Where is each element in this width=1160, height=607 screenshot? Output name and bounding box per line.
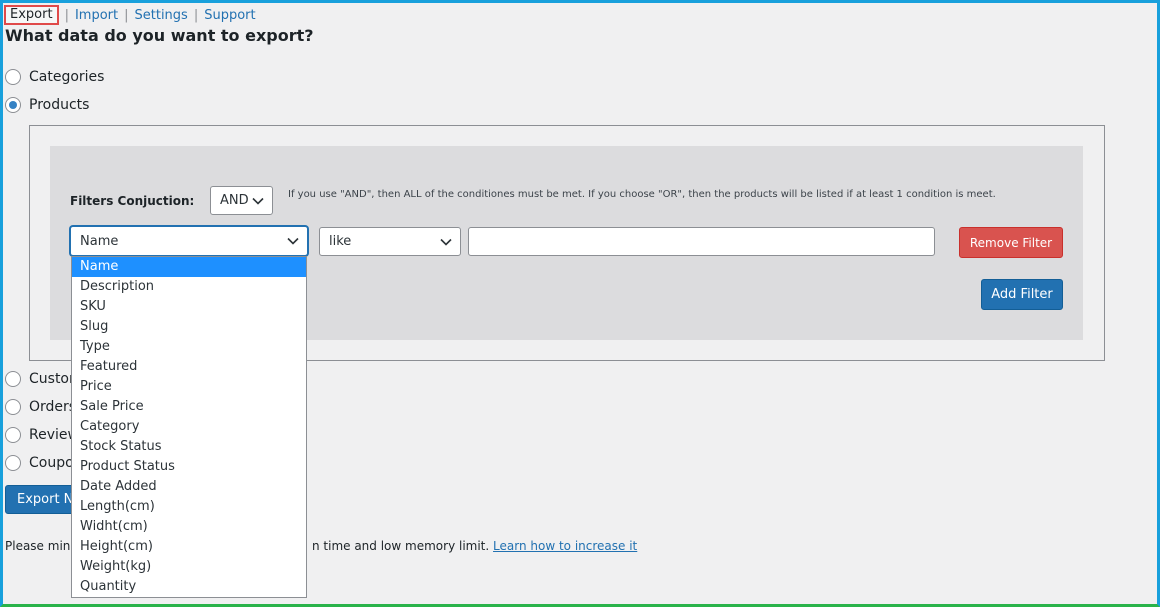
remove-filter-button[interactable]: Remove Filter xyxy=(959,227,1063,258)
filters-conjunction-label: Filters Conjuction: xyxy=(70,194,195,208)
add-filter-button[interactable]: Add Filter xyxy=(981,279,1063,310)
note-text-end: n time and low memory limit. xyxy=(311,539,490,553)
nav-link-support[interactable]: Support xyxy=(204,8,255,23)
radio-button[interactable] xyxy=(5,399,21,415)
filter-field-select[interactable]: Name xyxy=(70,226,308,256)
radio-option-products[interactable]: Products xyxy=(5,97,89,113)
radio-button[interactable] xyxy=(5,371,21,387)
chevron-down-icon xyxy=(287,237,299,245)
radio-button[interactable] xyxy=(5,97,21,113)
export-page: Export | Import | Settings | Support Wha… xyxy=(0,0,1160,607)
dropdown-option[interactable]: Height(cm) xyxy=(72,537,306,557)
radio-label: Products xyxy=(29,97,90,113)
radio-label: Coupo xyxy=(29,455,74,471)
conjunction-hint: If you use "AND", then ALL of the condit… xyxy=(288,189,996,200)
nav-separator: | xyxy=(193,7,199,23)
radio-option-categories[interactable]: Categories xyxy=(5,69,104,85)
nav-separator: | xyxy=(64,7,69,23)
radio-option-customers[interactable]: Custon xyxy=(5,371,78,387)
dropdown-option[interactable]: Sale Price xyxy=(72,397,306,417)
dropdown-option[interactable]: Featured xyxy=(72,357,306,377)
radio-button[interactable] xyxy=(5,455,21,471)
dropdown-option[interactable]: Stock Status xyxy=(72,437,306,457)
filter-field-value: Name xyxy=(80,233,119,249)
dropdown-option[interactable]: Date Added xyxy=(72,477,306,497)
chevron-down-icon xyxy=(252,197,264,205)
dropdown-option[interactable]: Price xyxy=(72,377,306,397)
radio-label: Categories xyxy=(29,69,105,85)
radio-label: Orders xyxy=(29,399,77,415)
dropdown-option[interactable]: Quantity xyxy=(72,577,306,597)
dropdown-option[interactable]: Category xyxy=(72,417,306,437)
dropdown-option[interactable]: Slug xyxy=(72,317,306,337)
nav-tab-export[interactable]: Export xyxy=(4,5,59,25)
conjunction-select[interactable]: AND xyxy=(210,186,273,215)
radio-option-orders[interactable]: Orders xyxy=(5,399,76,415)
dropdown-option[interactable]: SKU xyxy=(72,297,306,317)
dropdown-option[interactable]: Length(cm) xyxy=(72,497,306,517)
radio-button[interactable] xyxy=(5,427,21,443)
page-title: What data do you want to export? xyxy=(5,26,314,45)
dropdown-option[interactable]: Description xyxy=(72,277,306,297)
radio-option-coupons[interactable]: Coupo xyxy=(5,455,74,471)
nav-link-import[interactable]: Import xyxy=(75,8,118,23)
dropdown-option[interactable]: Type xyxy=(72,337,306,357)
nav-separator: | xyxy=(124,7,129,23)
top-nav: Export | Import | Settings | Support xyxy=(4,5,256,25)
filter-operator-value: like xyxy=(329,234,352,249)
dropdown-option[interactable]: Widht(cm) xyxy=(72,517,306,537)
filter-value-input[interactable] xyxy=(468,227,935,256)
filter-field-dropdown[interactable]: Name Description SKU Slug Type Featured Price S… xyxy=(71,256,307,598)
radio-button[interactable] xyxy=(5,69,21,85)
increase-limit-link[interactable]: Learn how to increase it xyxy=(493,539,637,553)
nav-link-settings[interactable]: Settings xyxy=(135,8,188,23)
dropdown-option[interactable]: Product Status xyxy=(72,457,306,477)
chevron-down-icon xyxy=(440,238,452,246)
radio-option-reviews[interactable]: Review xyxy=(5,427,79,443)
dropdown-option[interactable]: Weight(kg) xyxy=(72,557,306,577)
conjunction-select-value: AND xyxy=(220,193,249,208)
dropdown-option[interactable]: Name xyxy=(72,257,306,277)
filter-operator-select[interactable]: like xyxy=(319,227,461,256)
note-text-start: Please minc xyxy=(5,539,77,553)
